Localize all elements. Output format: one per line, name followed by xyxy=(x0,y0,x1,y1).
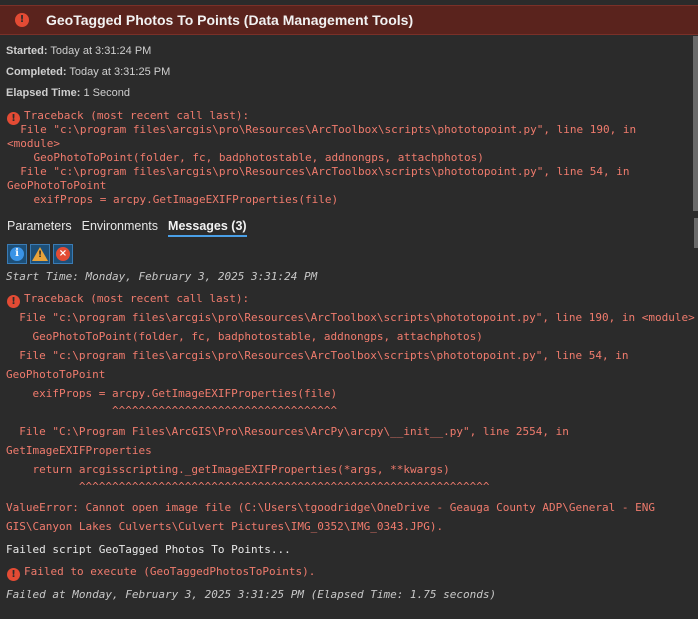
message-filters: i ! × xyxy=(7,244,73,264)
traceback-line-6: ^^^^^^^^^^^^^^^^^^^^^^^^^^^^^^^^^^ xyxy=(6,404,338,417)
completed-row: Completed: Today at 3:31:25 PM xyxy=(6,66,170,78)
top-traceback-line-4: File "c:\program files\arcgis\pro\Resour… xyxy=(7,165,630,178)
error-icon: ! xyxy=(7,295,20,308)
started-row: Started: Today at 3:31:24 PM xyxy=(6,45,151,57)
elapsed-value: 1 Second xyxy=(83,87,130,99)
top-traceback-line-6: exifProps = arcpy.GetImageEXIFProperties… xyxy=(7,193,339,206)
tab-messages[interactable]: Messages (3) xyxy=(168,219,247,237)
warning-icon: ! xyxy=(32,247,48,261)
top-traceback-line-5: GeoPhotoToPoint xyxy=(7,179,107,192)
traceback-line-0: ! Traceback (most recent call last): xyxy=(7,292,249,308)
traceback-line-11: ValueError: Cannot open image file (C:\U… xyxy=(6,501,656,514)
error-icon: × xyxy=(56,247,70,261)
traceback-line-5: exifProps = arcpy.GetImageEXIFProperties… xyxy=(6,387,338,400)
elapsed-label: Elapsed Time: xyxy=(6,87,81,99)
traceback-line-7: File "C:\Program Files\ArcGIS\Pro\Resour… xyxy=(6,425,569,438)
info-icon: i xyxy=(10,247,24,261)
traceback-line-10: ^^^^^^^^^^^^^^^^^^^^^^^^^^^^^^^^^^^^^^^^… xyxy=(6,480,490,493)
top-traceback-line-3: GeoPhotoToPoint(folder, fc, badphotostab… xyxy=(7,151,484,164)
messages-scrollbar[interactable] xyxy=(694,218,698,248)
error-icon: ! xyxy=(15,13,29,27)
start-time-message: Start Time: Monday, February 3, 2025 3:3… xyxy=(6,270,318,283)
summary-scrollbar[interactable] xyxy=(693,36,698,211)
filter-info-button[interactable]: i xyxy=(7,244,27,264)
filter-error-button[interactable]: × xyxy=(53,244,73,264)
tool-title: GeoTagged Photos To Points (Data Managem… xyxy=(46,12,414,28)
error-icon: ! xyxy=(7,568,20,581)
failed-script-message: Failed script GeoTagged Photos To Points… xyxy=(6,543,291,556)
traceback-line-4: GeoPhotoToPoint xyxy=(6,368,106,381)
failed-execute-message: ! Failed to execute (GeoTaggedPhotosToPoi… xyxy=(7,565,315,581)
details-tabs: Parameters Environments Messages (3) xyxy=(7,219,247,237)
started-label: Started: xyxy=(6,45,48,57)
completed-value: Today at 3:31:25 PM xyxy=(69,66,171,78)
traceback-line-9: return arcgisscripting._getImageEXIFProp… xyxy=(6,463,450,476)
tool-header: ! GeoTagged Photos To Points (Data Manag… xyxy=(0,5,698,35)
top-traceback-line-1: File "c:\program files\arcgis\pro\Resour… xyxy=(7,123,637,136)
traceback-line-2: GeoPhotoToPoint(folder, fc, badphotostab… xyxy=(6,330,483,343)
elapsed-row: Elapsed Time: 1 Second xyxy=(6,87,130,99)
traceback-line-1: File "c:\program files\arcgis\pro\Resour… xyxy=(6,311,695,324)
traceback-line-12: GIS\Canyon Lakes Culverts\Culvert Pictur… xyxy=(6,520,444,533)
tab-environments[interactable]: Environments xyxy=(82,219,158,237)
failed-at-message: Failed at Monday, February 3, 2025 3:31:… xyxy=(6,588,497,601)
filter-warning-button[interactable]: ! xyxy=(30,244,50,264)
tab-parameters[interactable]: Parameters xyxy=(7,219,72,237)
completed-label: Completed: xyxy=(6,66,67,78)
traceback-line-8: GetImageEXIFProperties xyxy=(6,444,152,457)
traceback-line-3: File "c:\program files\arcgis\pro\Resour… xyxy=(6,349,629,362)
top-traceback-line-2: <module> xyxy=(7,137,60,150)
started-value: Today at 3:31:24 PM xyxy=(50,45,152,57)
